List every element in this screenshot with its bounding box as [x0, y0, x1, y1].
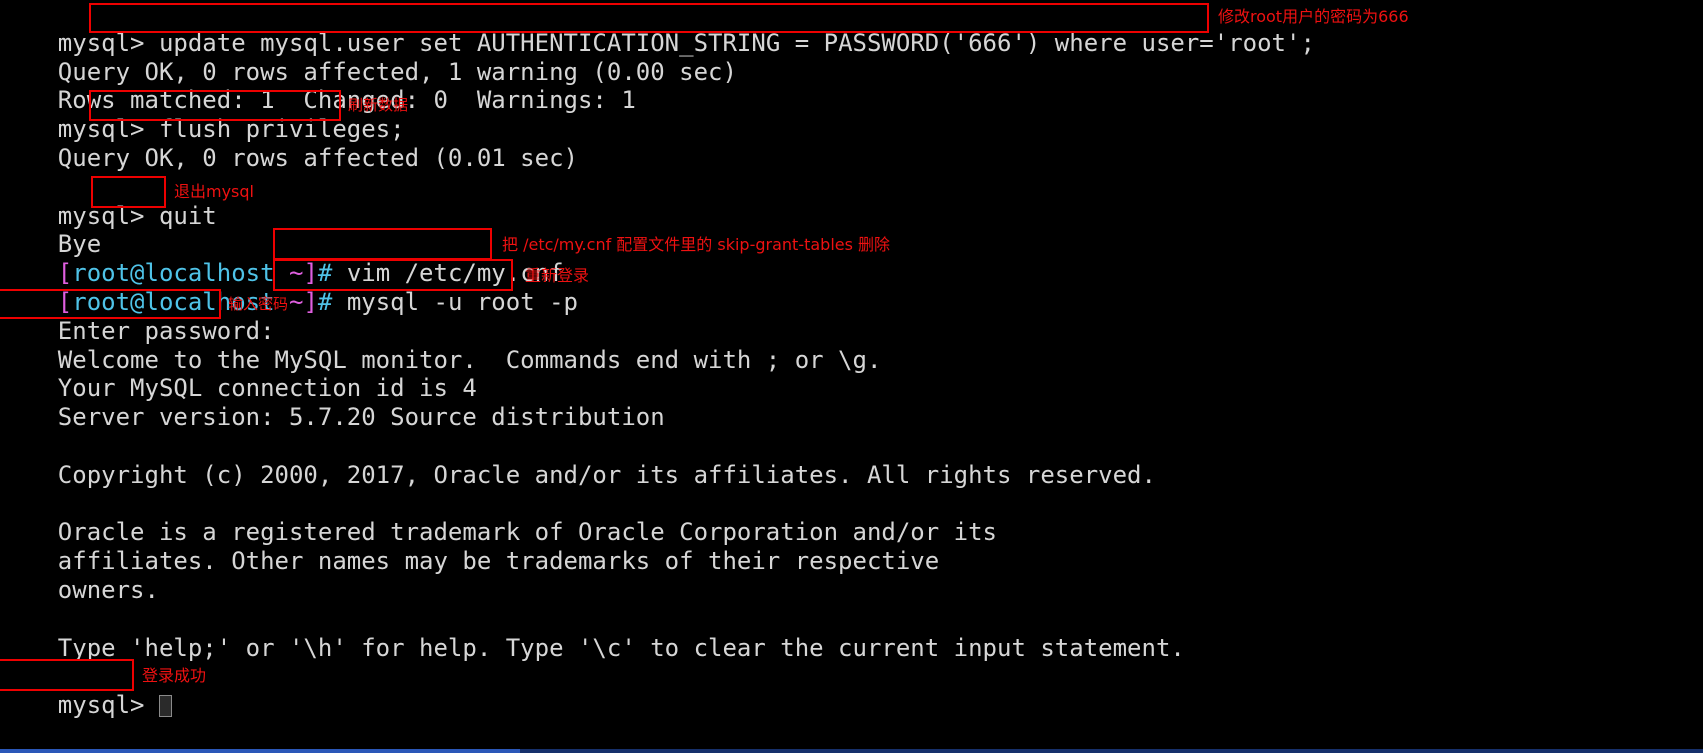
annotation-update-password: 修改root用户的密码为666 [1218, 7, 1409, 26]
terminal-line: [root@localhost ~]# mysql -u root -p [0, 259, 1703, 316]
annotation-vim-config: 把 /etc/my.cnf 配置文件里的 skip-grant-tables 删… [502, 235, 891, 254]
scrollbar-thumb[interactable] [0, 749, 520, 753]
terminal-line: Welcome to the MySQL monitor. Commands e… [0, 317, 1703, 374]
terminal-window[interactable]: mysql> update mysql.user set AUTHENTICAT… [0, 0, 1703, 753]
terminal-line: Copyright (c) 2000, 2017, Oracle and/or … [0, 432, 1703, 489]
annotation-login-success: 登录成功 [142, 666, 207, 685]
annotation-enter-password: 输入密码 [228, 295, 289, 313]
text-cursor [158, 695, 172, 718]
annotation-flush: 刷新数据 [348, 96, 409, 114]
horizontal-scrollbar[interactable] [0, 749, 1703, 753]
terminal-line: mysql> quit [0, 173, 1703, 230]
terminal-line: Oracle is a registered trademark of Orac… [0, 490, 1703, 546]
terminal-line: Query OK, 0 rows affected, 1 warning (0.… [0, 29, 1703, 86]
annotation-relogin: 重新登录 [525, 266, 590, 285]
terminal-line: owners. [0, 547, 1703, 604]
terminal-line: Query OK, 0 rows affected (0.01 sec) [0, 115, 1703, 172]
annotation-quit: 退出mysql [174, 182, 254, 201]
terminal-line: Your MySQL connection id is 4 [0, 346, 1703, 402]
terminal-line: Bye [0, 202, 1703, 258]
terminal-line: mysql> flush privileges; [0, 86, 1703, 143]
mysql-prompt-final: mysql> [57, 691, 159, 720]
terminal-line: Server version: 5.7.20 Source distributi… [0, 374, 1703, 431]
terminal-line: Type 'help;' or '\h' for help. Type '\c'… [0, 605, 1703, 662]
terminal-line: affiliates. Other names may be trademark… [0, 518, 1703, 575]
terminal-line: mysql> update mysql.user set AUTHENTICAT… [0, 0, 1703, 57]
terminal-line: Rows matched: 1 Changed: 0 Warnings: 1 [0, 58, 1703, 114]
terminal-line: mysql> [0, 662, 1703, 719]
